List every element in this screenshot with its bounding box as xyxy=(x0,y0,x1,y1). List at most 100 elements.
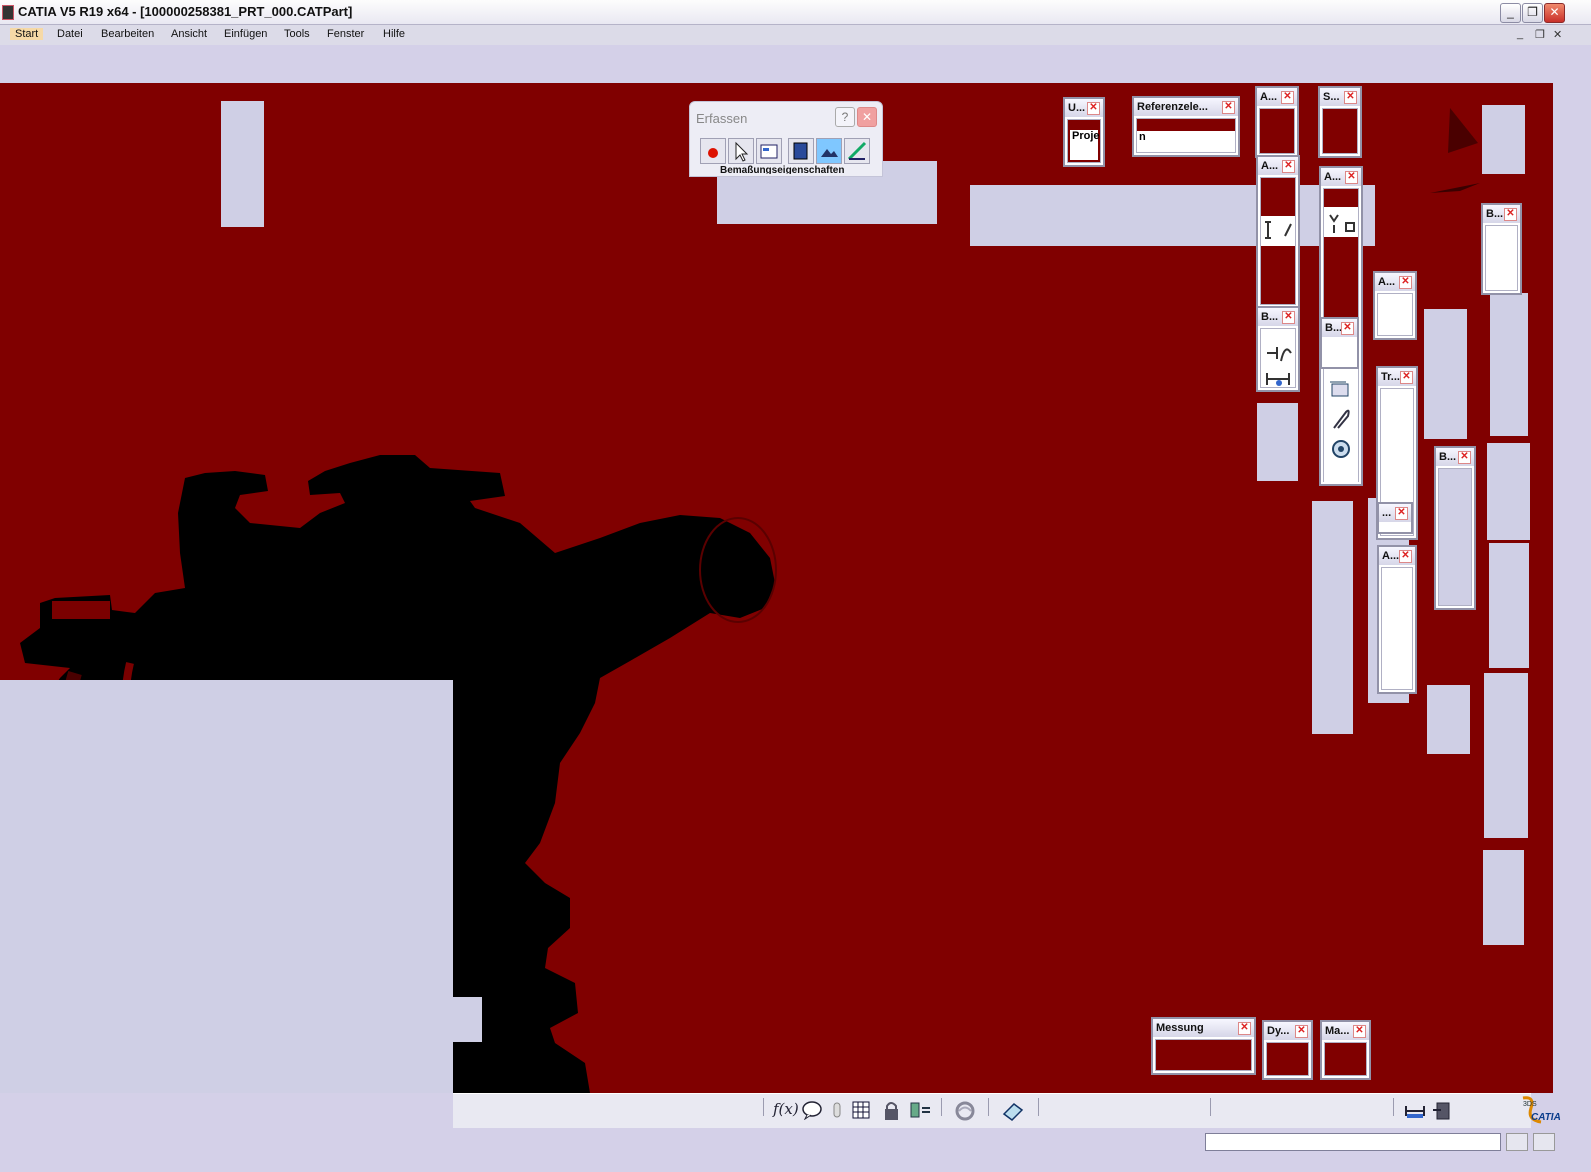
menu-tools[interactable]: Tools xyxy=(284,28,310,40)
table-icon[interactable] xyxy=(851,1100,873,1125)
menu-bar: Start Datei Bearbeiten Ansicht Einfügen … xyxy=(0,25,1591,45)
minimize-button[interactable]: _ xyxy=(1500,3,1521,23)
comment-icon[interactable] xyxy=(801,1100,823,1125)
toolbar-a4-body xyxy=(1377,293,1413,336)
toolbar-b-right-body xyxy=(1485,225,1518,291)
empty-panel xyxy=(221,101,264,227)
empty-panel xyxy=(1489,543,1529,668)
constraint-icon[interactable] xyxy=(1261,216,1295,246)
menu-hilfe[interactable]: Hilfe xyxy=(383,28,405,40)
disk-icon[interactable] xyxy=(1324,434,1358,464)
status-button-1[interactable] xyxy=(1506,1133,1528,1151)
hand-icon[interactable] xyxy=(831,1100,843,1125)
mdi-minimize-button[interactable]: _ xyxy=(1517,28,1523,40)
catia-app-icon[interactable] xyxy=(2,5,14,20)
toolbar-messung[interactable]: Messung ✕ xyxy=(1151,1017,1256,1075)
capture-options-icon[interactable] xyxy=(756,138,782,164)
close-icon[interactable]: ✕ xyxy=(1281,91,1294,104)
separator xyxy=(1038,1098,1039,1116)
bottom-toolbar: f(x) xyxy=(453,1093,1531,1128)
menu-start[interactable]: Start xyxy=(10,28,44,40)
svg-text:3DS: 3DS xyxy=(1523,1101,1537,1108)
close-icon[interactable]: ✕ xyxy=(1295,1025,1308,1038)
status-button-2[interactable] xyxy=(1533,1133,1555,1151)
toolbar-referenz-body[interactable]: n xyxy=(1137,131,1235,152)
select-arrow-icon[interactable] xyxy=(728,138,754,164)
export-icon[interactable] xyxy=(1431,1100,1455,1127)
toolbar-a5[interactable]: A... ✕ xyxy=(1377,545,1417,694)
toolbar-referenzelemente[interactable]: Referenzele... ✕ n xyxy=(1132,96,1240,157)
record-icon[interactable] xyxy=(700,138,726,164)
empty-panel xyxy=(0,680,453,1093)
mdi-restore-button[interactable]: ❐ xyxy=(1535,28,1545,41)
close-icon[interactable]: ✕ xyxy=(1282,311,1295,324)
curve-icon[interactable] xyxy=(1261,339,1295,367)
menu-bearbeiten[interactable]: Bearbeiten xyxy=(101,28,154,40)
close-icon[interactable]: ✕ xyxy=(1458,451,1471,464)
close-icon[interactable]: ✕ xyxy=(1399,550,1412,563)
distance-icon[interactable] xyxy=(1261,367,1295,391)
close-icon[interactable]: ✕ xyxy=(1341,322,1354,335)
separator xyxy=(941,1098,942,1116)
stack-icon[interactable] xyxy=(1324,374,1358,404)
toolbar-b2[interactable]: B... ✕ xyxy=(1320,317,1359,369)
erfassen-toolbar[interactable]: Erfassen ? ✕ Bemaßungseigenschaften xyxy=(689,101,883,177)
menu-fenster[interactable]: Fenster xyxy=(327,28,364,40)
catalog-icon[interactable] xyxy=(1001,1100,1025,1127)
grid-points-icon[interactable] xyxy=(1324,207,1358,237)
toolbar-s1-body xyxy=(1322,108,1358,154)
toolbar-s1[interactable]: S... ✕ xyxy=(1318,86,1362,158)
close-icon[interactable]: ✕ xyxy=(1504,208,1517,221)
close-icon[interactable]: ✕ xyxy=(1395,507,1408,520)
paperclip-icon[interactable] xyxy=(1324,404,1358,434)
separator xyxy=(1210,1098,1211,1116)
toolbar-b-right[interactable]: B... ✕ xyxy=(1481,203,1522,295)
separator xyxy=(988,1098,989,1116)
formula-icon[interactable]: f(x) xyxy=(773,1100,799,1118)
toolbar-b3-body xyxy=(1438,468,1472,606)
album-icon[interactable] xyxy=(788,138,814,164)
command-input[interactable] xyxy=(1205,1133,1501,1151)
mdi-close-button[interactable]: ✕ xyxy=(1553,28,1562,41)
measure-icon[interactable] xyxy=(1403,1100,1427,1127)
toolbar-u[interactable]: U... ✕ Proje xyxy=(1063,97,1105,167)
close-icon[interactable]: ✕ xyxy=(1344,91,1357,104)
toolbar-small[interactable]: ... ✕ xyxy=(1377,502,1413,534)
image-icon[interactable] xyxy=(816,138,842,164)
toolbar-b1[interactable]: B... ✕ xyxy=(1256,306,1300,392)
compass-icon[interactable] xyxy=(1420,103,1490,203)
refresh-icon[interactable] xyxy=(953,1100,977,1127)
close-icon[interactable]: ✕ xyxy=(1399,276,1412,289)
empty-panel xyxy=(1490,293,1528,436)
dimension-properties-icon[interactable] xyxy=(844,138,870,164)
toolbar-ma[interactable]: Ma... ✕ xyxy=(1320,1020,1371,1080)
close-icon[interactable]: ✕ xyxy=(1400,371,1413,384)
dialog-close-button[interactable]: ✕ xyxy=(857,107,877,127)
toolbar-b3[interactable]: B... ✕ xyxy=(1434,446,1476,610)
erfassen-title: Erfassen xyxy=(696,111,748,126)
menu-einfuegen[interactable]: Einfügen xyxy=(224,28,267,40)
empty-panel xyxy=(1427,685,1470,754)
close-icon[interactable]: ✕ xyxy=(1345,171,1358,184)
help-button[interactable]: ? xyxy=(835,107,855,127)
window-title-bar: CATIA V5 R19 x64 - [100000258381_PRT_000… xyxy=(0,0,1591,25)
close-icon[interactable]: ✕ xyxy=(1353,1025,1366,1038)
toolbar-a4[interactable]: A... ✕ xyxy=(1373,271,1417,340)
close-icon[interactable]: ✕ xyxy=(1087,102,1100,115)
toolbar-dy[interactable]: Dy... ✕ xyxy=(1262,1020,1313,1080)
close-button[interactable]: ✕ xyxy=(1544,3,1565,23)
toolbar-u-body[interactable]: Proje xyxy=(1070,130,1100,160)
menu-datei[interactable]: Datei xyxy=(57,28,83,40)
knowledge-icon[interactable] xyxy=(909,1100,933,1125)
separator xyxy=(763,1098,764,1116)
close-icon[interactable]: ✕ xyxy=(1222,101,1235,114)
toolbar-ma-body xyxy=(1324,1042,1367,1076)
close-icon[interactable]: ✕ xyxy=(1238,1022,1251,1035)
menu-ansicht[interactable]: Ansicht xyxy=(171,28,207,40)
empty-panel xyxy=(1312,501,1353,734)
toolbar-a2[interactable]: A... ✕ xyxy=(1256,155,1300,309)
toolbar-a1[interactable]: A... ✕ xyxy=(1255,86,1299,158)
lock-icon[interactable] xyxy=(881,1100,903,1127)
close-icon[interactable]: ✕ xyxy=(1282,160,1295,173)
maximize-button[interactable]: ❐ xyxy=(1522,3,1543,23)
